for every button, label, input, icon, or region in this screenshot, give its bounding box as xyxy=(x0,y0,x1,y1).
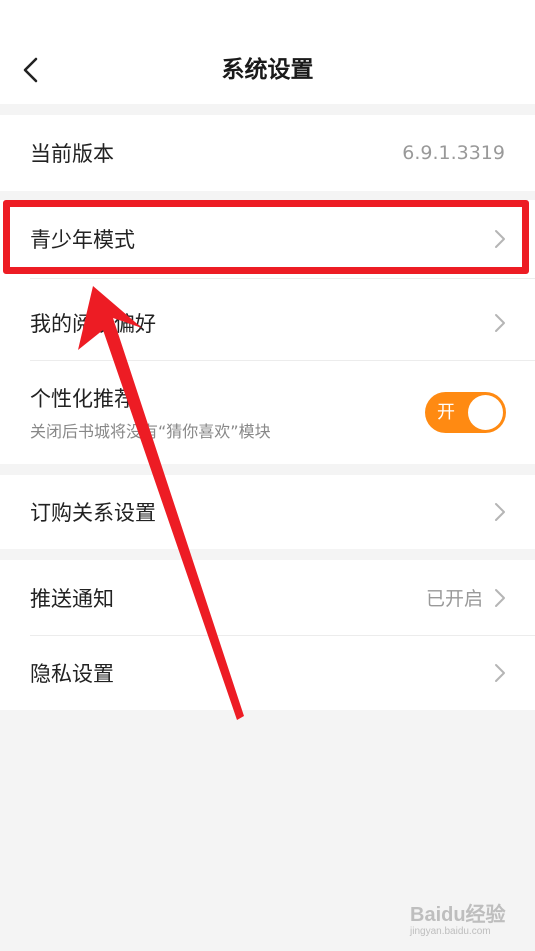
version-value: 6.9.1.3319 xyxy=(402,142,505,164)
chevron-right-icon xyxy=(495,230,505,248)
chevron-right-icon xyxy=(495,314,505,332)
divider xyxy=(30,278,535,279)
personalized-description: 关闭后书城将没有“猜你喜欢”模块 xyxy=(30,422,271,441)
toggle-state-text: 开 xyxy=(437,402,455,423)
nav-header: 系统设置 xyxy=(0,0,535,104)
chevron-right-icon xyxy=(495,588,505,607)
subscription-label: 订购关系设置 xyxy=(30,501,156,525)
subscription-row[interactable]: 订购关系设置 xyxy=(0,475,535,549)
version-section: 当前版本 6.9.1.3319 xyxy=(0,115,535,191)
baidu-jingyan-watermark: Baidu经验 jingyan.baidu.com xyxy=(410,898,510,944)
privacy-settings-label: 隐私设置 xyxy=(30,662,114,686)
chevron-right-icon xyxy=(495,664,505,682)
reading-preference-label: 我的阅读偏好 xyxy=(30,312,156,336)
push-notification-row[interactable]: 推送通知 已开启 xyxy=(0,560,535,635)
push-notification-label: 推送通知 xyxy=(30,586,114,611)
notification-privacy-section: 推送通知 已开启 隐私设置 xyxy=(0,560,535,710)
teen-mode-row[interactable]: 青少年模式 xyxy=(0,200,535,278)
toggle-knob xyxy=(468,395,503,430)
version-row: 当前版本 6.9.1.3319 xyxy=(0,115,535,191)
personalized-label: 个性化推荐 xyxy=(30,387,135,411)
privacy-settings-row[interactable]: 隐私设置 xyxy=(0,636,535,710)
push-notification-status: 已开启 xyxy=(425,588,483,610)
reading-preference-row[interactable]: 我的阅读偏好 xyxy=(0,286,535,360)
personalized-toggle[interactable]: 开 xyxy=(425,392,506,433)
version-label: 当前版本 xyxy=(30,142,114,166)
watermark-url: jingyan.baidu.com xyxy=(410,926,491,937)
teen-mode-label: 青少年模式 xyxy=(30,228,135,252)
page-title: 系统设置 xyxy=(221,57,314,83)
chevron-right-icon xyxy=(495,503,505,521)
watermark-brand: Baidu经验 xyxy=(410,904,506,926)
subscription-section: 订购关系设置 xyxy=(0,475,535,549)
